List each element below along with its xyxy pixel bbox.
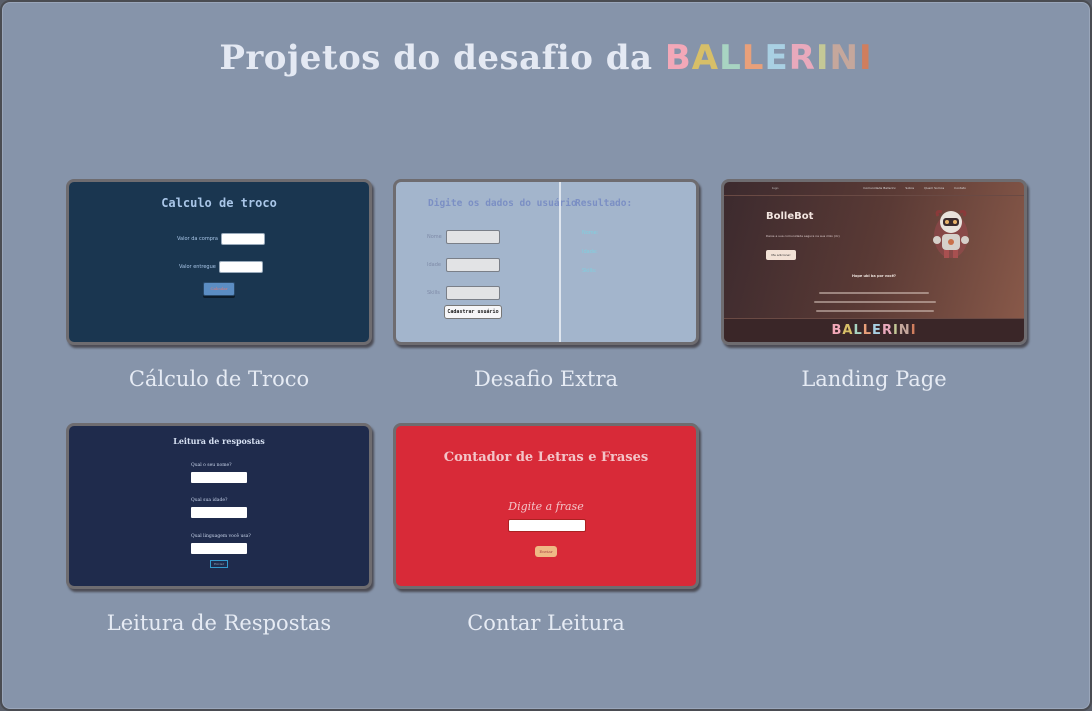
project-caption[interactable]: Desafio Extra [393,367,699,391]
brand-letter: L [862,323,873,338]
preview-input [191,507,247,518]
preview-button: Calcular [203,282,235,296]
preview-input [221,233,265,245]
project-caption[interactable]: Cálculo de Troco [66,367,372,391]
preview-button: Cadastrar usuário [444,305,502,319]
preview-divider [559,182,561,342]
brand-letter: N [898,323,911,338]
project-caption[interactable]: Landing Page [721,367,1027,391]
preview-input [446,230,500,244]
project-thumbnail[interactable]: Calculo de troco Valor da compra Valor e… [66,179,372,345]
preview-field-label: Digite a frase [508,500,584,513]
project-card-leitura-respostas[interactable]: Leitura de respostas Qual o seu nome? Qu… [66,423,372,635]
preview-navbar: logo Comunidade Ballerini Sobre Quem Som… [724,182,1024,196]
preview-heading: BolleBot [766,211,814,222]
preview-field-label: Qual o seu nome? [191,463,232,468]
preview-footer: BALLERINI [724,318,1024,342]
preview-input [218,261,263,273]
project-thumbnail[interactable]: Digite os dados do usuário Resultado: No… [393,179,699,345]
preview-heading: Leitura de respostas [173,436,265,446]
preview-button: Enviar [210,560,228,568]
brand-letter: B [664,38,692,78]
project-caption[interactable]: Contar Leitura [393,611,699,635]
preview-nav-link: Comunidade Ballerini [863,186,896,190]
preview-field-label: Skills [427,290,440,296]
preview-input [191,543,247,554]
project-card-calculo-troco[interactable]: Calculo de troco Valor da compra Valor e… [66,179,372,391]
preview-section-title: Hope ubi ba por você? [852,274,896,278]
preview-result-line: Nome: [582,230,599,236]
preview-field-label: Qual sua idade? [191,498,228,503]
preview-result-heading: Resultado: [575,198,633,209]
preview-heading: Digite os dados do usuário [428,198,577,209]
brand-letter: L [719,38,742,78]
brand-letter: N [829,38,859,78]
preview-heading: Calculo de troco [161,196,277,210]
project-thumbnail[interactable]: Contador de Letras e Frases Digite a fra… [393,423,699,589]
brand-letter: R [881,323,893,338]
preview-input [446,258,500,272]
brand-letter: A [842,323,854,338]
preview-field-label: Valor entregue [179,264,216,270]
preview-button: Enviar [535,546,557,557]
brand-letter: B [831,323,843,338]
preview-field-label: Qual linguagem você usa? [191,534,251,539]
brand-letter: A [691,38,720,78]
preview-heading: Contador de Letras e Frases [443,450,649,465]
preview-input [446,286,500,300]
project-card-desafio-extra[interactable]: Digite os dados do usuário Resultado: No… [393,179,699,391]
brand-letter: L [741,38,765,78]
preview-text-line [819,292,929,294]
preview-button: Me adicione! [766,250,796,260]
preview-text-line [814,301,936,303]
project-card-landing-page[interactable]: logo Comunidade Ballerini Sobre Quem Som… [721,179,1027,391]
preview-field-label: Valor da compra [177,236,218,242]
preview-input [508,519,586,532]
project-thumbnail[interactable]: Leitura de respostas Qual o seu nome? Qu… [66,423,372,589]
brand-letter: R [788,38,816,78]
brand-letter: I [910,323,917,338]
preview-field-row: Valor da compra [177,233,265,245]
brand-letter: L [853,323,863,338]
preview-result-line: Skills: [582,268,597,274]
brand-letter: E [764,38,789,78]
brand-letter: I [815,38,830,78]
page-title-text: Projetos do desafio da [219,38,653,78]
preview-field-label: Idade [427,262,441,268]
preview-nav-link: Sobre [905,186,915,190]
preview-nav-link: Contato [954,186,966,190]
preview-result-line: Idade: [582,249,598,255]
project-caption[interactable]: Leitura de Respostas [66,611,372,635]
robot-mascot-icon [933,210,969,258]
preview-input [191,472,247,483]
app-window: Projetos do desafio da BALLERINI Calculo… [0,0,1092,711]
preview-field-label: Nome [427,234,442,240]
brand-letter: I [859,38,873,78]
preview-nav-links: Comunidade Ballerini Sobre Quem Somos Co… [863,186,966,190]
preview-subtitle: Deixe a sua comunidade segura na sua mão… [766,234,840,238]
preview-nav-logo: logo [772,186,779,190]
preview-nav-link: Quem Somos [924,186,945,190]
preview-field-row: Valor entregue [179,261,263,273]
preview-text-line [816,310,934,312]
page-title: Projetos do desafio da BALLERINI [2,38,1090,78]
project-thumbnail[interactable]: logo Comunidade Ballerini Sobre Quem Som… [721,179,1027,345]
project-card-contar-leitura[interactable]: Contador de Letras e Frases Digite a fra… [393,423,699,635]
brand-wordmark: BALLERINI [665,38,873,78]
brand-letter: E [872,323,882,338]
preview-footer-brand: BALLERINI [831,323,916,338]
